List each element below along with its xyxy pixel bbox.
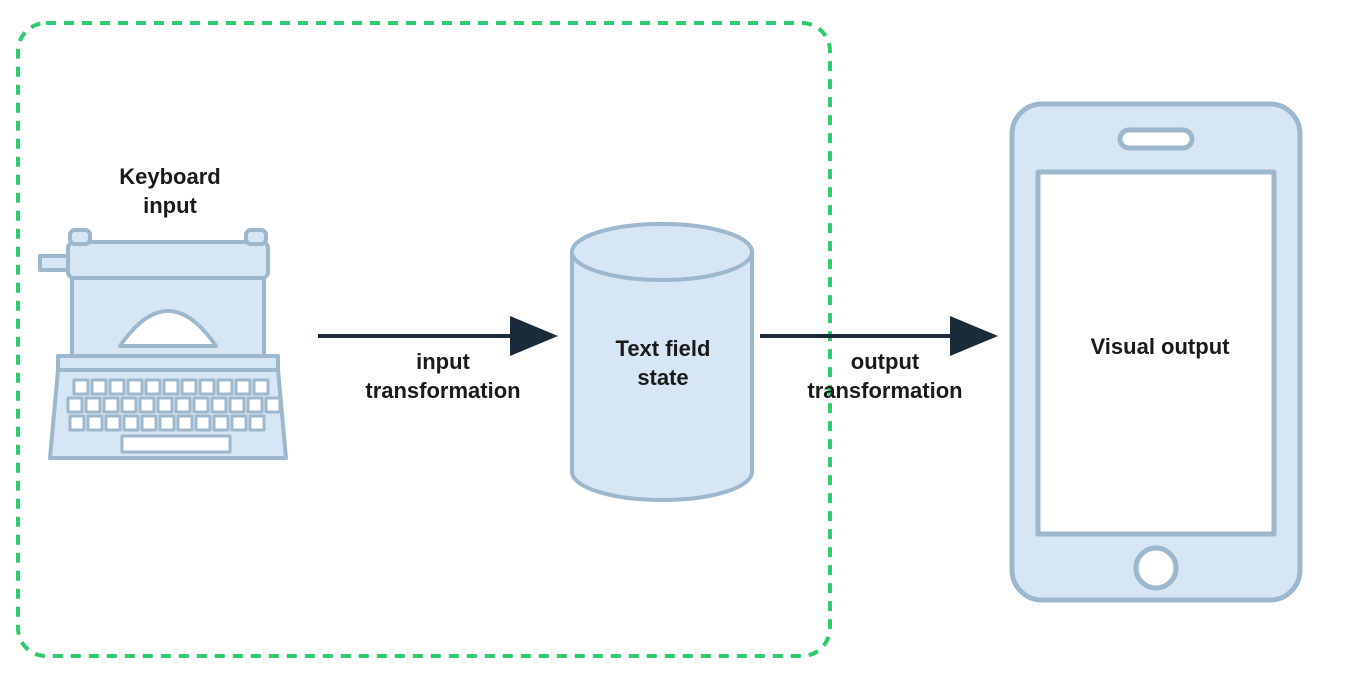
typewriter-icon <box>40 230 286 458</box>
output-transformation-label: output transformation <box>790 348 980 405</box>
keyboard-input-label: Keyboard input <box>90 163 250 220</box>
visual-output-label: Visual output <box>1070 333 1250 362</box>
text-field-state-label: Text field state <box>598 335 728 392</box>
input-transformation-label: input transformation <box>348 348 538 405</box>
